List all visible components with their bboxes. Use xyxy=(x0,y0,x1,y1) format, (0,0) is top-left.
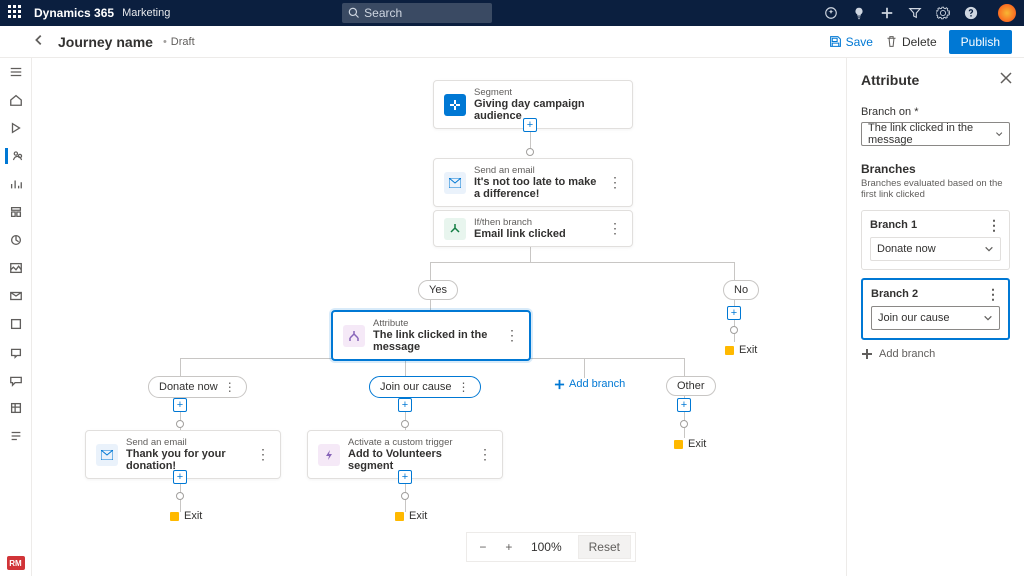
attribute-panel: Attribute Branch on * The link clicked i… xyxy=(846,58,1024,576)
branch-box-2[interactable]: Branch 2 ⋮ Join our cause xyxy=(861,278,1010,340)
branches-section-label: Branches xyxy=(861,162,1010,176)
add-branch-inline[interactable]: Add branch xyxy=(554,378,625,390)
add-branch-button[interactable]: Add branch xyxy=(861,348,1010,360)
publish-button[interactable]: Publish xyxy=(949,30,1012,54)
branch2-select[interactable]: Join our cause xyxy=(871,306,1000,330)
zoom-out-button[interactable]: − xyxy=(471,535,495,559)
add-node-button[interactable]: + xyxy=(398,470,412,484)
zoom-value: 100% xyxy=(523,540,570,554)
connector-dot xyxy=(401,420,409,428)
nav-journeys-icon[interactable] xyxy=(5,148,24,164)
left-nav: RM xyxy=(0,58,32,576)
node-more-icon[interactable]: ⋮ xyxy=(598,174,622,191)
nav-analytics-icon[interactable] xyxy=(8,176,24,192)
assistant-icon[interactable] xyxy=(824,6,838,20)
nav-response-icon[interactable] xyxy=(8,372,24,388)
node-send-email-1[interactable]: Send an emailIt's not too late to make a… xyxy=(433,158,633,207)
zoom-control: − + 100% Reset xyxy=(466,532,636,562)
connector-dot xyxy=(176,492,184,500)
node-more-icon[interactable]: ⋮ xyxy=(598,220,622,237)
pill-more-icon[interactable]: ⋮ xyxy=(458,380,470,394)
journey-canvas[interactable]: SegmentGiving day campaign audience + Se… xyxy=(32,58,846,576)
node-more-icon[interactable]: ⋮ xyxy=(495,327,519,344)
global-topbar: Dynamics 365 Marketing Search xyxy=(0,0,1024,26)
branch-other-pill[interactable]: Other xyxy=(666,376,716,396)
nav-menu-icon[interactable] xyxy=(8,64,24,80)
branch-yes-pill[interactable]: Yes xyxy=(418,280,458,300)
exit-marker: Exit xyxy=(725,344,757,356)
page-header: Journey name Draft Save Delete Publish xyxy=(0,26,1024,58)
zoom-reset-button[interactable]: Reset xyxy=(578,535,631,559)
filter-icon[interactable] xyxy=(908,6,922,20)
settings-icon[interactable] xyxy=(936,6,950,20)
lightbulb-icon[interactable] xyxy=(852,6,866,20)
connector-dot xyxy=(526,148,534,156)
connector-dot xyxy=(176,420,184,428)
connector-dot xyxy=(401,492,409,500)
branch-donate-pill[interactable]: Donate now⋮ xyxy=(148,376,247,398)
branch-no-pill[interactable]: No xyxy=(723,280,759,300)
top-icon-bar xyxy=(824,4,1016,22)
help-icon[interactable] xyxy=(964,6,978,20)
chevron-down-icon xyxy=(983,313,993,323)
panel-title: Attribute xyxy=(861,72,1010,88)
chevron-down-icon xyxy=(984,244,994,254)
nav-triggers-icon[interactable] xyxy=(8,120,24,136)
panel-close-button[interactable] xyxy=(1000,72,1014,86)
add-node-button[interactable]: + xyxy=(173,470,187,484)
global-search[interactable]: Search xyxy=(342,3,492,23)
branch1-label: Branch 1 xyxy=(870,219,917,231)
node-ifthen-branch[interactable]: If/then branchEmail link clicked ⋮ xyxy=(433,210,633,247)
branch-on-label: Branch on * xyxy=(861,106,1010,118)
search-placeholder: Search xyxy=(364,6,402,20)
nav-channels-icon[interactable] xyxy=(8,288,24,304)
nav-consent-icon[interactable] xyxy=(8,232,24,248)
user-avatar[interactable] xyxy=(998,4,1016,22)
nav-templates-icon[interactable] xyxy=(8,204,24,220)
nav-audience-icon[interactable] xyxy=(8,316,24,332)
area-switcher[interactable]: RM xyxy=(7,556,25,570)
pill-more-icon[interactable]: ⋮ xyxy=(224,380,236,394)
exit-marker: Exit xyxy=(395,510,427,522)
zoom-in-button[interactable]: + xyxy=(497,535,521,559)
delete-button[interactable]: Delete xyxy=(879,31,943,53)
connector-dot xyxy=(680,420,688,428)
branch1-select[interactable]: Donate now xyxy=(870,237,1001,261)
add-node-button[interactable]: + xyxy=(398,398,412,412)
node-more-icon[interactable]: ⋮ xyxy=(468,446,492,463)
add-node-button[interactable]: + xyxy=(727,306,741,320)
search-icon xyxy=(348,7,360,19)
node-more-icon[interactable]: ⋮ xyxy=(246,446,270,463)
add-node-button[interactable]: + xyxy=(677,398,691,412)
add-node-button[interactable]: + xyxy=(173,398,187,412)
chevron-down-icon xyxy=(995,129,1003,139)
branch-box-1[interactable]: Branch 1 ⋮ Donate now xyxy=(861,210,1010,270)
brand-name: Dynamics 365 xyxy=(34,6,114,20)
branch-more-icon[interactable]: ⋮ xyxy=(986,290,1000,298)
add-node-button[interactable]: + xyxy=(523,118,537,132)
branches-hint: Branches evaluated based on the first li… xyxy=(861,178,1010,200)
add-icon[interactable] xyxy=(880,6,894,20)
back-button[interactable] xyxy=(12,33,58,50)
branch-on-select[interactable]: The link clicked in the message xyxy=(861,122,1010,146)
save-button[interactable]: Save xyxy=(823,31,879,53)
node-attribute[interactable]: AttributeThe link clicked in the message… xyxy=(331,310,531,361)
nav-home-icon[interactable] xyxy=(8,92,24,108)
branch-more-icon[interactable]: ⋮ xyxy=(987,221,1001,229)
exit-marker: Exit xyxy=(674,438,706,450)
app-launcher-icon[interactable] xyxy=(8,5,24,21)
page-title: Journey name xyxy=(58,34,153,50)
status-badge: Draft xyxy=(163,36,195,48)
module-name: Marketing xyxy=(122,7,170,19)
nav-spacer2-icon[interactable] xyxy=(8,428,24,444)
branch-join-pill[interactable]: Join our cause⋮ xyxy=(369,376,481,398)
nav-spacer1-icon[interactable] xyxy=(8,400,24,416)
nav-engagement-icon[interactable] xyxy=(8,344,24,360)
exit-marker: Exit xyxy=(170,510,202,522)
branch2-label: Branch 2 xyxy=(871,288,918,300)
connector-dot xyxy=(730,326,738,334)
nav-assets-icon[interactable] xyxy=(8,260,24,276)
